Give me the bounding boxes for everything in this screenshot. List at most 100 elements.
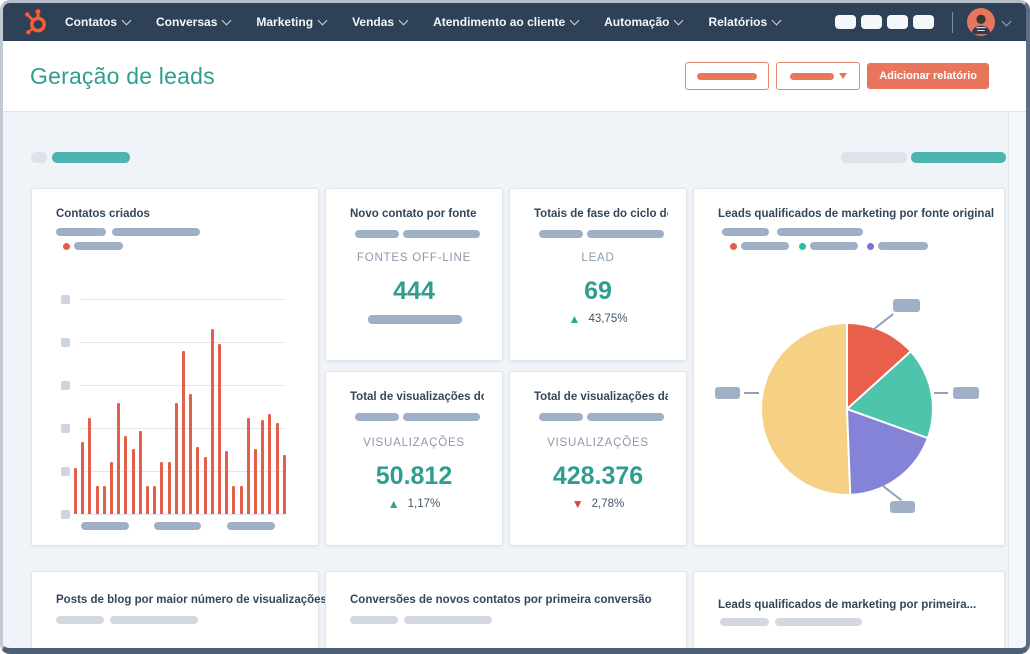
pie-slice-separator: [846, 351, 911, 410]
pie-callout-line: [744, 392, 759, 394]
avatar-chevron-down-icon[interactable]: [1001, 16, 1012, 26]
report-title: Contatos criados: [56, 208, 150, 220]
bar: [282, 455, 286, 514]
nav-utility-icon-1[interactable]: [835, 15, 856, 29]
report-card-conversoes-novos-contatos[interactable]: Conversões de novos contatos por primeir…: [325, 571, 687, 648]
redacted-yaxis-tick: [61, 381, 70, 390]
report-card-leads-por-primeira[interactable]: Leads qualificados de marketing por prim…: [693, 571, 1005, 648]
nav-utility-icon-3[interactable]: [887, 15, 908, 29]
bar: [261, 420, 265, 514]
report-card-total-visualizacoes-do[interactable]: Total de visualizações do... VISUALIZAÇÕ…: [325, 371, 503, 546]
nav-item-relatorios[interactable]: Relatórios: [708, 15, 782, 29]
redacted-subtitle-bar: [587, 413, 664, 421]
metric-value: 50.812: [375, 462, 453, 490]
add-report-button[interactable]: Adicionar relatório: [867, 63, 989, 89]
redacted-xaxis-label-bar: [81, 522, 129, 530]
chevron-down-icon: [221, 15, 232, 26]
hubspot-logo-icon[interactable]: [21, 8, 51, 36]
redacted-xaxis-label-bar: [154, 522, 201, 530]
toolbar-placeholder-pill: [841, 152, 907, 163]
nav-item-conversas[interactable]: Conversas: [156, 15, 232, 29]
bar: [203, 457, 207, 514]
redacted-yaxis-tick: [61, 424, 70, 433]
redacted-subtitle-bar: [777, 228, 863, 236]
delta-value: 43,75%: [588, 313, 628, 325]
metric-label: VISUALIZAÇÕES: [547, 437, 649, 449]
nav-item-atendimento[interactable]: Atendimento ao cliente: [433, 15, 580, 29]
redacted-legend-bar: [810, 242, 858, 250]
nav-item-automacao[interactable]: Automação: [604, 15, 684, 29]
nav-item-contatos[interactable]: Contatos: [65, 15, 132, 29]
bar: [160, 462, 164, 514]
redacted-subtitle-bar: [722, 228, 769, 236]
redacted-pie-label: [953, 387, 979, 399]
trend-down-icon: ▼: [571, 497, 584, 511]
nav-item-label: Relatórios: [708, 15, 768, 29]
nav-item-label: Marketing: [256, 15, 314, 29]
redacted-label-bar: [697, 72, 758, 80]
legend-dot: [867, 243, 874, 250]
report-card-novo-contato-por-fonte[interactable]: Novo contato por fonte FONTES OFF-LINE 4…: [325, 188, 503, 361]
redacted-footer-bar: [368, 315, 462, 324]
redacted-yaxis-tick: [61, 467, 70, 476]
nav-item-label: Contatos: [65, 15, 117, 29]
report-card-total-visualizacoes-da[interactable]: Total de visualizações da... VISUALIZAÇÕ…: [509, 371, 687, 546]
bar: [232, 486, 236, 514]
nav-item-vendas[interactable]: Vendas: [352, 15, 409, 29]
bar: [153, 486, 157, 514]
gridline: [81, 299, 285, 300]
redacted-pie-label: [890, 501, 915, 513]
pie-callout-line: [881, 484, 903, 502]
redacted-subtitle-bar: [539, 230, 583, 238]
redacted-subtitle-bar: [56, 228, 106, 236]
nav-utility-icon-2[interactable]: [861, 15, 882, 29]
vertical-scrollbar[interactable]: [1008, 41, 1026, 648]
dashboard-filter-button[interactable]: [685, 62, 770, 90]
report-title: Total de visualizações do...: [350, 391, 484, 403]
redacted-legend-bar: [741, 242, 789, 250]
trend-up-icon: ▲: [387, 497, 400, 511]
delta-row: ▲ 1,17%: [326, 498, 502, 510]
nav-item-label: Vendas: [352, 15, 395, 29]
delta-row: ▲ 43,75%: [510, 313, 686, 325]
report-card-contatos-criados[interactable]: Contatos criados: [31, 188, 319, 546]
report-card-totais-de-fase[interactable]: Totais de fase do ciclo de... LEAD 69 ▲ …: [509, 188, 687, 361]
redacted-pie-label: [893, 299, 920, 312]
pie-slice-separator: [846, 408, 928, 439]
bar: [210, 329, 214, 514]
metric-label: FONTES OFF-LINE: [356, 252, 472, 264]
report-card-posts-de-blog[interactable]: Posts de blog por maior número de visual…: [31, 571, 327, 648]
person-icon: [971, 14, 991, 35]
bar: [81, 442, 85, 514]
gridline: [81, 514, 285, 515]
bar-chart-bars: [74, 329, 286, 514]
top-nav: Contatos Conversas Marketing Vendas Aten…: [3, 3, 1026, 41]
bar: [146, 486, 150, 514]
redacted-subtitle-bar: [110, 616, 198, 624]
redacted-legend-bar: [74, 242, 123, 250]
nav-item-marketing[interactable]: Marketing: [256, 15, 328, 29]
dashboard-actions-dropdown[interactable]: [776, 62, 861, 90]
metric-value: 69: [584, 277, 612, 305]
nav-utilities: [830, 8, 1012, 36]
redacted-subtitle-bar: [539, 413, 583, 421]
pie-slice-separator: [846, 408, 852, 494]
header-actions: Adicionar relatório: [685, 62, 989, 90]
user-avatar[interactable]: [967, 8, 995, 36]
redacted-subtitle-bar: [112, 228, 200, 236]
redacted-subtitle-bar: [775, 618, 862, 626]
report-title: Posts de blog por maior número de visual…: [56, 594, 327, 606]
nav-item-label: Automação: [604, 15, 670, 29]
bar: [131, 449, 135, 514]
report-title: Novo contato por fonte: [350, 208, 477, 220]
delta-value: 1,17%: [407, 498, 441, 510]
delta-row: ▼ 2,78%: [510, 498, 686, 510]
trend-up-icon: ▲: [568, 312, 581, 326]
report-title: Leads qualificados de marketing por font…: [718, 208, 995, 220]
redacted-pie-label: [715, 387, 740, 399]
nav-utility-icon-4[interactable]: [913, 15, 934, 29]
redacted-subtitle-bar: [720, 618, 769, 626]
report-title: Leads qualificados de marketing por prim…: [718, 599, 977, 611]
report-card-leads-por-fonte-original[interactable]: Leads qualificados de marketing por font…: [693, 188, 1005, 546]
toolbar-placeholder-pill: [31, 152, 47, 163]
